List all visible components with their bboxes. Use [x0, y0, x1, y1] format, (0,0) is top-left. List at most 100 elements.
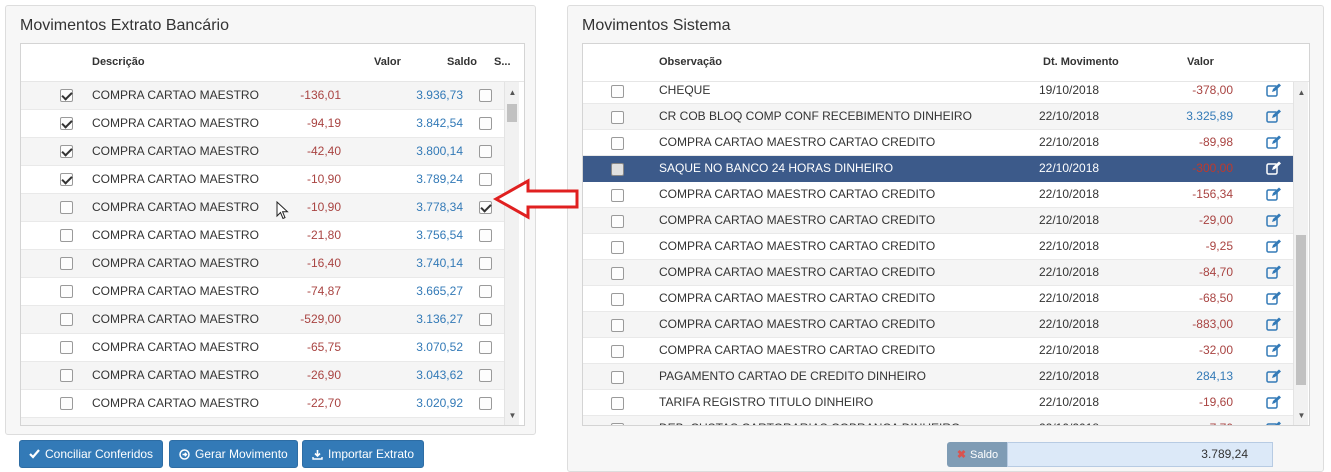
- system-row[interactable]: COMPRA CARTAO MAESTRO CARTAO CREDITO 22/1…: [583, 182, 1293, 208]
- col-header-valor[interactable]: Valor: [374, 56, 401, 68]
- row-s-checkbox[interactable]: [479, 117, 492, 130]
- edit-icon[interactable]: [1266, 109, 1282, 123]
- edit-icon[interactable]: [1266, 161, 1282, 175]
- row-checkbox[interactable]: [611, 267, 624, 280]
- system-row[interactable]: CHEQUE 19/10/2018 -378,00: [583, 78, 1293, 104]
- col-header-descricao[interactable]: Descrição: [92, 56, 145, 68]
- row-checkbox[interactable]: [60, 117, 73, 130]
- edit-icon[interactable]: [1266, 395, 1282, 409]
- bank-row[interactable]: COMPRA CARTAO MAESTRO -26,90 3.043,62: [21, 362, 504, 390]
- scroll-down-icon[interactable]: ▼: [505, 409, 520, 423]
- bank-row[interactable]: COMPRA CARTAO MAESTRO -16,40 3.740,14: [21, 250, 504, 278]
- row-s-checkbox[interactable]: [479, 313, 492, 326]
- row-checkbox[interactable]: [611, 111, 624, 124]
- row-checkbox[interactable]: [611, 163, 624, 176]
- row-s-checkbox[interactable]: [479, 285, 492, 298]
- scroll-up-icon[interactable]: ▲: [1294, 86, 1309, 100]
- row-s-checkbox[interactable]: [479, 341, 492, 354]
- importar-extrato-button[interactable]: Importar Extrato: [302, 440, 425, 468]
- row-checkbox[interactable]: [611, 137, 624, 150]
- edit-icon[interactable]: [1266, 421, 1282, 426]
- bank-row[interactable]: COMPRA CARTAO MAESTRO -73,00 2.947,92: [21, 418, 504, 426]
- system-row[interactable]: TARIFA REGISTRO TITULO DINHEIRO 22/10/201…: [583, 390, 1293, 416]
- system-row[interactable]: COMPRA CARTAO MAESTRO CARTAO CREDITO 22/1…: [583, 338, 1293, 364]
- row-checkbox[interactable]: [60, 397, 73, 410]
- edit-icon[interactable]: [1266, 187, 1282, 201]
- edit-icon[interactable]: [1266, 83, 1282, 97]
- col-header-dt-movimento[interactable]: Dt. Movimento: [1043, 56, 1119, 68]
- row-checkbox[interactable]: [60, 89, 73, 102]
- row-checkbox[interactable]: [60, 201, 73, 214]
- system-row-selected[interactable]: SAQUE NO BANCO 24 HORAS DINHEIRO 22/10/20…: [583, 156, 1293, 182]
- row-valor: -22,70: [306, 396, 341, 410]
- edit-icon[interactable]: [1266, 291, 1282, 305]
- bank-row[interactable]: COMPRA CARTAO MAESTRO -94,19 3.842,54: [21, 110, 504, 138]
- row-checkbox[interactable]: [611, 423, 624, 425]
- bank-row[interactable]: COMPRA CARTAO MAESTRO -10,90 3.789,24: [21, 166, 504, 194]
- edit-icon[interactable]: [1266, 213, 1282, 227]
- bank-row[interactable]: COMPRA CARTAO MAESTRO -136,01 3.936,73: [21, 82, 504, 110]
- system-row[interactable]: PAGAMENTO CARTAO DE CREDITO DINHEIRO 22/1…: [583, 364, 1293, 390]
- row-checkbox[interactable]: [60, 425, 73, 426]
- scroll-down-icon[interactable]: ▼: [1294, 409, 1309, 423]
- system-row[interactable]: COMPRA CARTAO MAESTRO CARTAO CREDITO 22/1…: [583, 234, 1293, 260]
- scroll-thumb[interactable]: [507, 104, 517, 122]
- edit-icon[interactable]: [1266, 369, 1282, 383]
- row-s-checkbox[interactable]: [479, 397, 492, 410]
- row-checkbox[interactable]: [611, 371, 624, 384]
- row-s-checkbox[interactable]: [479, 173, 492, 186]
- edit-icon[interactable]: [1266, 317, 1282, 331]
- system-row[interactable]: COMPRA CARTAO MAESTRO CARTAO CREDITO 22/1…: [583, 260, 1293, 286]
- row-checkbox[interactable]: [611, 345, 624, 358]
- col-header-s[interactable]: S...: [494, 56, 511, 68]
- edit-icon[interactable]: [1266, 343, 1282, 357]
- bank-row[interactable]: COMPRA CARTAO MAESTRO -21,80 3.756,54: [21, 222, 504, 250]
- system-row[interactable]: COMPRA CARTAO MAESTRO CARTAO CREDITO 22/1…: [583, 130, 1293, 156]
- row-s-checkbox[interactable]: [479, 369, 492, 382]
- bank-grid-scrollbar[interactable]: ▲ ▼: [504, 82, 519, 425]
- row-checkbox[interactable]: [60, 285, 73, 298]
- row-s-checkbox[interactable]: [479, 257, 492, 270]
- system-row[interactable]: CR COB BLOQ COMP CONF RECEBIMENTO DINHEI…: [583, 104, 1293, 130]
- row-s-checkbox[interactable]: [479, 229, 492, 242]
- row-checkbox[interactable]: [60, 313, 73, 326]
- row-s-checkbox[interactable]: [479, 145, 492, 158]
- col-header-saldo[interactable]: Saldo: [447, 56, 477, 68]
- row-s-checkbox[interactable]: [479, 89, 492, 102]
- row-checkbox[interactable]: [611, 319, 624, 332]
- gerar-movimento-button[interactable]: Gerar Movimento: [169, 440, 298, 468]
- row-checkbox[interactable]: [611, 397, 624, 410]
- scroll-thumb[interactable]: [1296, 235, 1306, 385]
- edit-icon[interactable]: [1266, 239, 1282, 253]
- system-grid-scrollbar[interactable]: ▲ ▼: [1293, 82, 1308, 425]
- scroll-up-icon[interactable]: ▲: [505, 86, 520, 100]
- row-checkbox[interactable]: [60, 173, 73, 186]
- row-checkbox[interactable]: [611, 215, 624, 228]
- row-checkbox[interactable]: [611, 241, 624, 254]
- row-checkbox[interactable]: [611, 85, 624, 98]
- row-checkbox[interactable]: [60, 369, 73, 382]
- bank-row[interactable]: COMPRA CARTAO MAESTRO -529,00 3.136,27: [21, 306, 504, 334]
- edit-icon[interactable]: [1266, 265, 1282, 279]
- conciliar-conferidos-button[interactable]: Conciliar Conferidos: [19, 440, 164, 468]
- system-row[interactable]: COMPRA CARTAO MAESTRO CARTAO CREDITO 22/1…: [583, 208, 1293, 234]
- bank-row[interactable]: COMPRA CARTAO MAESTRO -74,87 3.665,27: [21, 278, 504, 306]
- bank-row[interactable]: COMPRA CARTAO MAESTRO -10,90 3.778,34: [21, 194, 504, 222]
- row-checkbox[interactable]: [611, 189, 624, 202]
- col-header-observacao[interactable]: Observação: [659, 56, 722, 68]
- row-checkbox[interactable]: [60, 229, 73, 242]
- edit-icon[interactable]: [1266, 135, 1282, 149]
- system-row[interactable]: COMPRA CARTAO MAESTRO CARTAO CREDITO 22/1…: [583, 312, 1293, 338]
- row-checkbox[interactable]: [60, 341, 73, 354]
- col-header-valor-sistema[interactable]: Valor: [1187, 56, 1214, 68]
- row-s-checkbox[interactable]: [479, 201, 492, 214]
- row-checkbox[interactable]: [60, 257, 73, 270]
- bank-row[interactable]: COMPRA CARTAO MAESTRO -65,75 3.070,52: [21, 334, 504, 362]
- system-row[interactable]: DEB. CUSTAS CARTORARIAS COBRANCA DINHEIR…: [583, 416, 1293, 426]
- row-checkbox[interactable]: [611, 293, 624, 306]
- row-checkbox[interactable]: [60, 145, 73, 158]
- bank-row[interactable]: COMPRA CARTAO MAESTRO -22,70 3.020,92: [21, 390, 504, 418]
- system-row[interactable]: COMPRA CARTAO MAESTRO CARTAO CREDITO 22/1…: [583, 286, 1293, 312]
- bank-row[interactable]: COMPRA CARTAO MAESTRO -42,40 3.800,14: [21, 138, 504, 166]
- row-s-checkbox[interactable]: [479, 425, 492, 426]
